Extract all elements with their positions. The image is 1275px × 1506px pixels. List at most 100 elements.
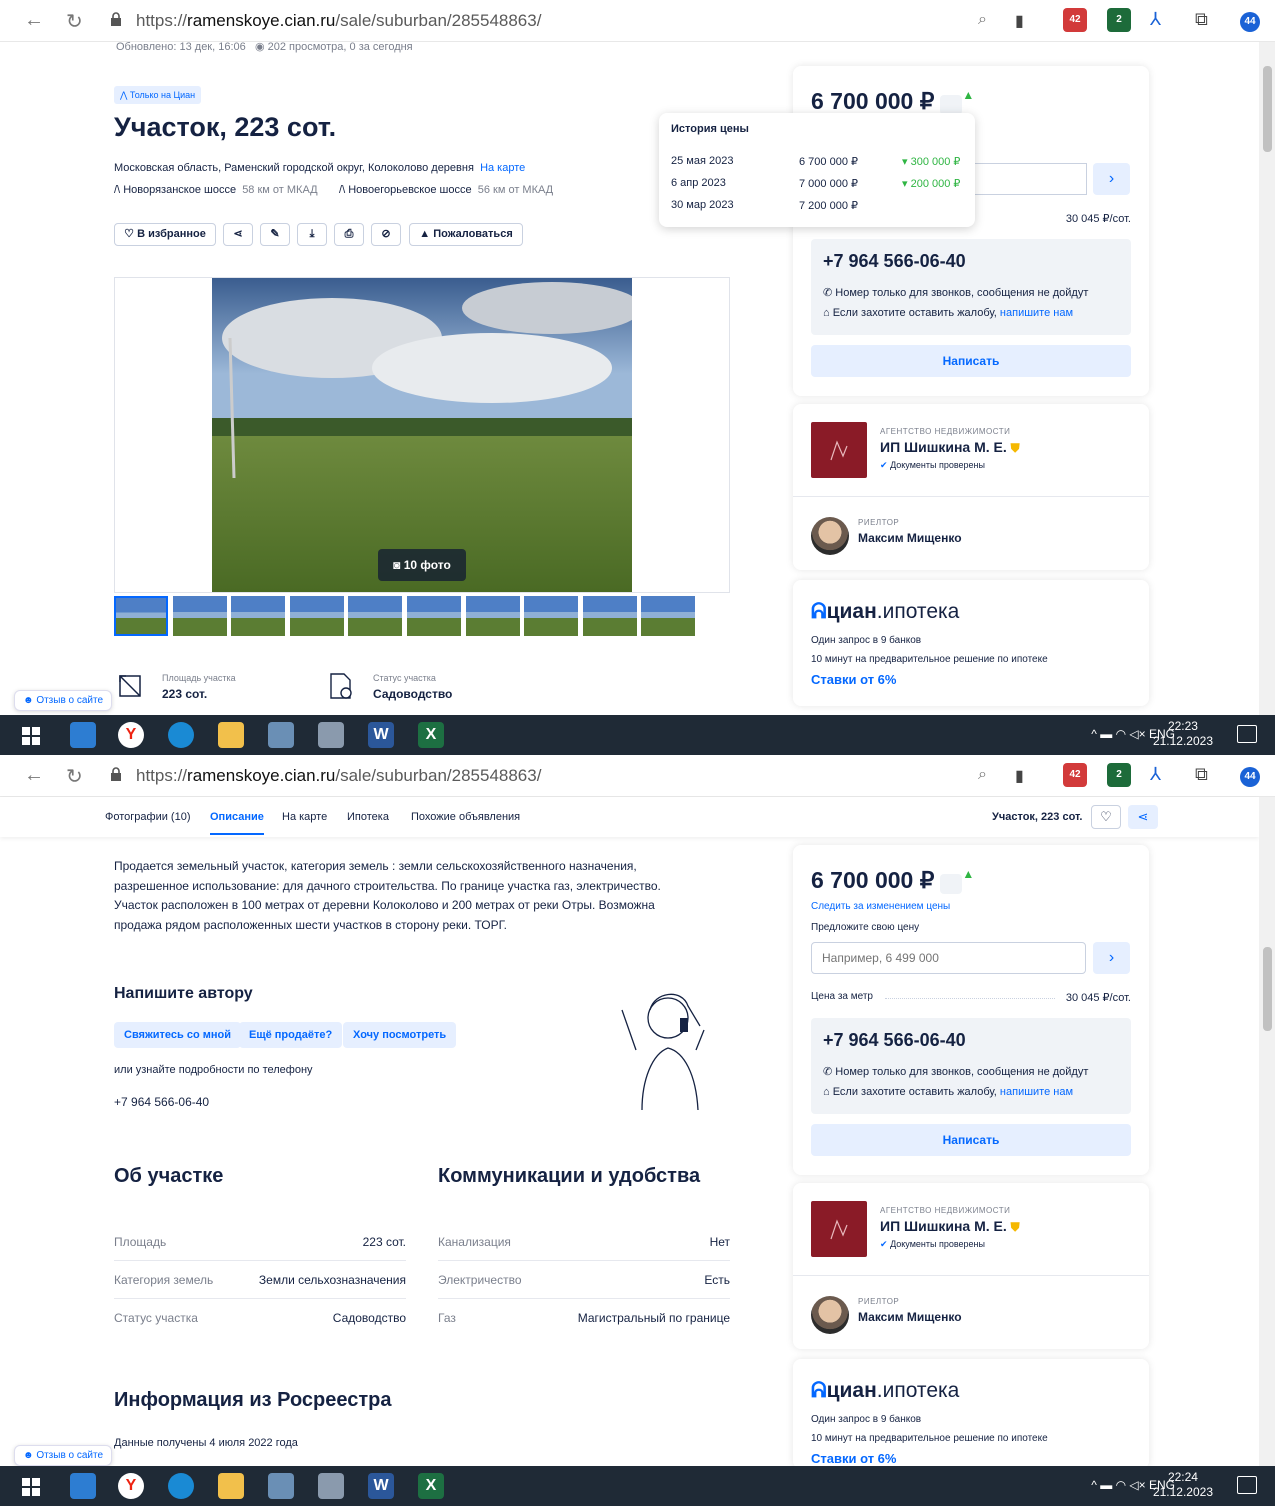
reload-icon[interactable]: ↻ — [66, 764, 83, 789]
price-offer-input[interactable] — [973, 163, 1087, 195]
tab-map[interactable]: На карте — [282, 811, 327, 823]
downloads-icon[interactable]: 44 — [1240, 767, 1260, 787]
ext-pdf-icon[interactable]: 42 — [1063, 763, 1087, 787]
ext-2-icon[interactable]: 2 — [1107, 763, 1131, 787]
taskbar-app-icon[interactable] — [268, 1473, 294, 1499]
complaint-link[interactable]: напишите нам — [1000, 307, 1073, 319]
photo-thumbnail[interactable] — [524, 596, 578, 636]
taskbar-app-icon[interactable] — [318, 722, 344, 748]
complain-button[interactable]: ▲ Пожаловаться — [409, 223, 523, 246]
bookmark-icon[interactable]: ▮ — [1015, 766, 1024, 786]
agency-logo[interactable] — [811, 422, 867, 478]
sticky-favorite-button[interactable]: ♡ — [1091, 805, 1121, 829]
edge-icon[interactable] — [168, 1473, 194, 1499]
realtor-name[interactable]: Максим Мищенко — [858, 1310, 962, 1324]
ipoteka-rates-link[interactable]: Ставки от 6% — [811, 1451, 896, 1466]
sticky-share-button[interactable]: ⋖ — [1128, 805, 1158, 829]
ipoteka-rates-link[interactable]: Ставки от 6% — [811, 672, 896, 687]
taskbar-app-icon[interactable] — [318, 1473, 344, 1499]
clock[interactable]: 22:23 21.12.2023 — [1153, 719, 1213, 749]
tab-ipoteka[interactable]: Ипотека — [347, 811, 389, 823]
ext-acrobat-icon[interactable]: ⅄ — [1150, 764, 1161, 785]
address-bar[interactable]: https://ramenskoye.cian.ru/sale/suburban… — [136, 766, 541, 786]
edit-button[interactable]: ✎ — [260, 223, 290, 246]
word-icon[interactable]: W — [368, 722, 394, 748]
photo-thumbnail[interactable] — [583, 596, 637, 636]
ext-puzzle-icon[interactable]: ⧉ — [1195, 764, 1208, 785]
file-explorer-icon[interactable] — [218, 722, 244, 748]
tab-description[interactable]: Описание — [210, 811, 264, 835]
hide-button[interactable]: ⊘ — [371, 223, 401, 246]
submit-offer-button[interactable]: › — [1093, 163, 1130, 195]
taskbar-app-icon[interactable] — [268, 722, 294, 748]
on-map-link[interactable]: На карте — [480, 162, 525, 174]
clock[interactable]: 22:24 21.12.2023 — [1153, 1470, 1213, 1500]
price-chart-icon[interactable] — [940, 94, 963, 115]
author-phone[interactable]: +7 964 566-06-40 — [114, 1095, 209, 1109]
scrollbar[interactable] — [1259, 42, 1275, 715]
photo-thumbnail[interactable] — [348, 596, 402, 636]
windows-start-icon[interactable] — [22, 1478, 40, 1496]
photo-thumbnail[interactable] — [641, 596, 695, 636]
chip-contact-me[interactable]: Свяжитесь со мной — [114, 1022, 241, 1048]
favorite-button[interactable]: ♡ В избранное — [114, 223, 216, 246]
reload-icon[interactable]: ↻ — [66, 9, 83, 34]
photo-thumbnail[interactable] — [114, 596, 168, 636]
word-icon[interactable]: W — [368, 1473, 394, 1499]
tab-photos[interactable]: Фотографии (10) — [105, 811, 190, 823]
page-search-icon[interactable]: ⌕ — [978, 11, 987, 29]
feedback-button[interactable]: ☻ Отзыв о сайте — [14, 690, 113, 711]
phone-number[interactable]: +7 964 566-06-40 — [823, 1030, 1119, 1051]
photo-count-button[interactable]: ◙ 10 фото — [378, 549, 466, 581]
notifications-icon[interactable] — [1237, 725, 1257, 743]
write-button[interactable]: Написать — [811, 345, 1131, 377]
taskbar-app-icon[interactable] — [70, 722, 96, 748]
page-search-icon[interactable]: ⌕ — [978, 766, 987, 784]
downloads-icon[interactable]: 44 — [1240, 12, 1260, 32]
realtor-name[interactable]: Максим Мищенко — [858, 531, 962, 545]
feedback-button[interactable]: ☻ Отзыв о сайте — [14, 1445, 113, 1466]
submit-offer-button[interactable]: › — [1093, 942, 1130, 974]
back-icon[interactable]: ← — [24, 764, 44, 787]
follow-price-link[interactable]: Следить за изменением цены — [811, 901, 950, 912]
yandex-browser-icon[interactable]: Y — [118, 1473, 144, 1499]
ipoteka-card[interactable]: ᕱциан.ипотека Один запрос в 9 банков 10 … — [793, 1359, 1149, 1469]
back-icon[interactable]: ← — [24, 9, 44, 32]
photo-gallery[interactable]: ◙ 10 фото — [114, 277, 730, 593]
photo-thumbnail[interactable] — [173, 596, 227, 636]
photo-thumbnail[interactable] — [231, 596, 285, 636]
address-bar[interactable]: https://ramenskoye.cian.ru/sale/suburban… — [136, 11, 541, 31]
ext-puzzle-icon[interactable]: ⧉ — [1195, 9, 1208, 30]
complaint-link[interactable]: напишите нам — [1000, 1086, 1073, 1098]
photo-thumbnail[interactable] — [407, 596, 461, 636]
phone-number[interactable]: +7 964 566-06-40 — [823, 251, 1119, 272]
ext-pdf-icon[interactable]: 42 — [1063, 8, 1087, 32]
notifications-icon[interactable] — [1237, 1476, 1257, 1494]
agency-name[interactable]: ИП Шишкина М. Е. ⛊ — [880, 439, 1020, 456]
edge-icon[interactable] — [168, 722, 194, 748]
price-chart-icon[interactable] — [940, 873, 963, 894]
bookmark-icon[interactable]: ▮ — [1015, 11, 1024, 31]
price-offer-input[interactable] — [811, 942, 1086, 974]
download-button[interactable]: ⤓ — [297, 223, 327, 246]
agency-logo[interactable] — [811, 1201, 867, 1257]
ext-acrobat-icon[interactable]: ⅄ — [1150, 9, 1161, 30]
scrollbar[interactable] — [1259, 797, 1275, 1466]
windows-start-icon[interactable] — [22, 727, 40, 745]
excel-icon[interactable]: X — [418, 722, 444, 748]
yandex-browser-icon[interactable]: Y — [118, 722, 144, 748]
ext-2-icon[interactable]: 2 — [1107, 8, 1131, 32]
taskbar-app-icon[interactable] — [70, 1473, 96, 1499]
photo-thumbnail[interactable] — [466, 596, 520, 636]
main-photo[interactable] — [212, 278, 632, 592]
chip-still-selling[interactable]: Ещё продаёте? — [239, 1022, 343, 1048]
print-button[interactable]: ⎙ — [334, 223, 364, 246]
file-explorer-icon[interactable] — [218, 1473, 244, 1499]
share-button[interactable]: ⋖ — [223, 223, 253, 246]
realtor-avatar[interactable] — [811, 517, 849, 555]
agency-name[interactable]: ИП Шишкина М. Е. ⛊ — [880, 1218, 1020, 1235]
tab-similar[interactable]: Похожие объявления — [411, 811, 520, 823]
chip-want-to-see[interactable]: Хочу посмотреть — [343, 1022, 457, 1048]
realtor-avatar[interactable] — [811, 1296, 849, 1334]
excel-icon[interactable]: X — [418, 1473, 444, 1499]
